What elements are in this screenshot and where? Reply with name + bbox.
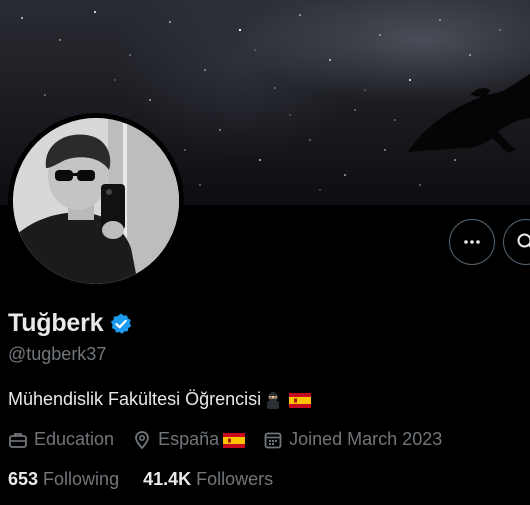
spain-flag [289, 392, 312, 408]
bio: Mühendislik Fakültesi Öğrencisi [8, 389, 312, 410]
avatar[interactable] [13, 118, 179, 284]
more-button[interactable] [449, 219, 495, 265]
location-item: España [132, 429, 246, 450]
location-label: España [158, 429, 220, 449]
follow-stats: 653 Following 41.4K Followers [8, 469, 297, 490]
following-link[interactable]: 653 Following [8, 469, 119, 490]
profile-meta: Education España Joined March 2023 [8, 429, 460, 450]
avatar-frame[interactable] [8, 113, 184, 289]
ninja-emoji [267, 391, 280, 409]
followers-count: 41.4K [143, 469, 192, 489]
verified-badge-icon[interactable] [109, 312, 133, 336]
search-icon [517, 233, 530, 248]
joined-label: Joined March 2023 [289, 429, 443, 449]
joined-item: Joined March 2023 [263, 429, 442, 450]
handle: @tugberk37 [8, 344, 107, 364]
briefcase-icon [9, 432, 27, 448]
display-name: Tuğberk [8, 309, 104, 337]
followers-link[interactable]: 41.4K Followers [143, 469, 273, 490]
category-label: Education [34, 429, 115, 449]
bio-text: Mühendislik Fakültesi Öğrencisi [8, 389, 262, 409]
following-count: 653 [8, 469, 39, 489]
category-item: Education [8, 429, 114, 450]
calendar-icon [264, 432, 282, 448]
spain-flag [223, 432, 246, 448]
followers-label: Followers [196, 469, 274, 489]
name-row: Tuğberk [8, 309, 133, 338]
search-button[interactable] [503, 219, 530, 265]
following-label: Following [43, 469, 120, 489]
more-icon [464, 240, 480, 244]
location-pin-icon [135, 430, 149, 449]
